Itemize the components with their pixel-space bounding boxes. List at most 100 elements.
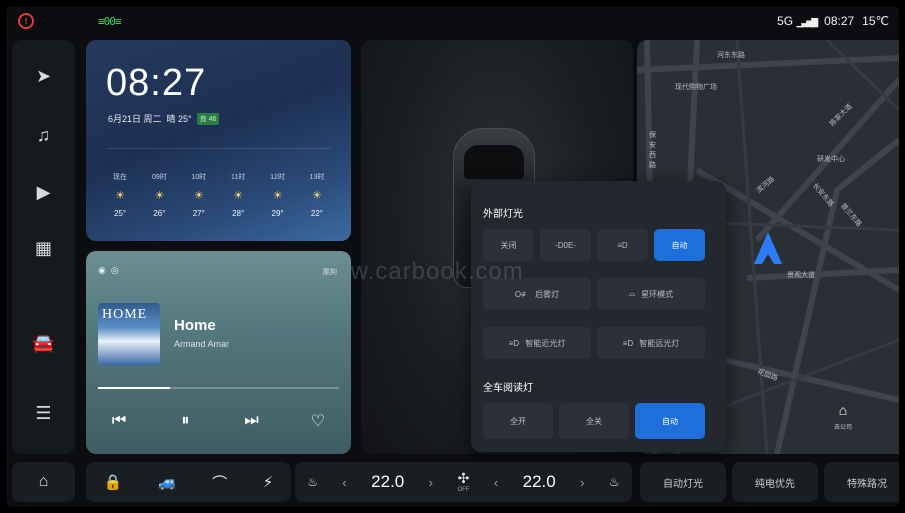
- aqi-badge: 良 46: [196, 112, 220, 125]
- navigation-arrow-icon: ➤: [35, 65, 52, 86]
- home-button[interactable]: ⌂: [12, 462, 75, 502]
- album-title: HOME: [102, 307, 148, 322]
- forecast-time: 现在: [113, 174, 127, 181]
- sun-icon: ☀: [312, 190, 322, 202]
- sidebar-item-video[interactable]: ▶: [12, 174, 75, 210]
- left-temperature: 22.0: [371, 472, 405, 491]
- briefcase-icon: ⌂: [838, 402, 848, 418]
- smart-high-beam-button[interactable]: ≡D 智能远光灯: [597, 327, 705, 359]
- sidebar-item-navigation[interactable]: ➤: [12, 58, 75, 94]
- passenger-seat-heat-icon[interactable]: ♨: [609, 475, 620, 489]
- status-time: 08:27: [824, 14, 855, 28]
- pause-button[interactable]: ⏸: [170, 412, 200, 430]
- map-street-label: 保安西路: [649, 132, 656, 169]
- like-heart-icon[interactable]: ♡: [303, 411, 333, 431]
- forecast-time: 13时: [309, 174, 325, 181]
- fan-state: OFF: [457, 487, 470, 493]
- fan-button[interactable]: ✣ OFF: [457, 471, 469, 493]
- sidebar-item-music[interactable]: ♫: [12, 117, 75, 153]
- go-to-office-label: 去公司: [833, 425, 852, 431]
- special-road-shortcut-label: 特殊路况: [847, 478, 887, 490]
- smart-low-beam-label: 智能近光灯: [525, 338, 566, 348]
- forecast-hour: 现在 ☀ 25°: [106, 172, 134, 218]
- forecast-temp: 28°: [232, 209, 245, 218]
- weather-condition: 晴 25°: [166, 114, 192, 124]
- song-title: Home: [174, 317, 216, 334]
- hourly-forecast: 现在 ☀ 25° 09时 ☀ 26° 10时 ☀ 27° 11时 ☀ 28° 12时 ☀ 29° 1…: [106, 172, 331, 218]
- signal-icon: ▁▃▅▇: [796, 17, 818, 27]
- forecast-hour: 09时 ☀ 26°: [145, 172, 173, 218]
- driver-seat-heat-icon[interactable]: ♨: [307, 475, 318, 489]
- reading-lights-title: 全车阅读灯: [483, 383, 533, 394]
- app-grid-icon: ▦: [34, 237, 52, 258]
- lock-icon[interactable]: 🔒: [104, 473, 123, 491]
- network-type: 5G ▁▃▅▇: [777, 14, 818, 28]
- sun-icon: ☀: [233, 190, 244, 202]
- low-beam-button[interactable]: ≡D: [597, 229, 648, 261]
- forecast-temp: 22°: [310, 209, 323, 218]
- forecast-hour: 12时 ☀ 29°: [264, 172, 292, 218]
- album-cover: HOME: [98, 303, 160, 365]
- music-player-card[interactable]: ◉ ◎ 酷狗 HOME Home Armand Amar ⏮ ⏸ ⏭ ♡: [86, 251, 351, 454]
- forecast-temp: 25°: [113, 209, 127, 218]
- auto-lights-button[interactable]: 自动: [654, 229, 705, 261]
- ev-priority-shortcut[interactable]: 纯电优先: [732, 462, 818, 502]
- climate-controls: ♨ ‹ 22.0 › ✣ OFF ‹ 22.0 › ♨: [295, 462, 632, 502]
- forecast-hour: 10时 ☀ 27°: [185, 172, 213, 218]
- auto-lights-shortcut[interactable]: 自动灯光: [640, 462, 726, 502]
- auto-lights-shortcut-label: 自动灯光: [663, 478, 703, 490]
- vehicle-icon[interactable]: 🚙: [158, 473, 177, 491]
- car-infotainment-screen: ! ≡00≡ 5G ▁▃▅▇ 08:27 15℃ ➤ ♫ ▶ ▦ 🚘 ☰ 08:…: [6, 6, 899, 507]
- wiper-icon[interactable]: ⌒: [212, 472, 227, 493]
- playback-progress[interactable]: [98, 387, 339, 389]
- clock-time: 08:27: [106, 62, 207, 104]
- right-temp-increase-button[interactable]: ›: [580, 475, 584, 490]
- rear-fog-light-label: 后雾灯: [535, 289, 560, 299]
- playback-controls: ⏮ ⏸ ⏭ ♡: [86, 411, 351, 431]
- lights-off-button[interactable]: 关闭: [483, 229, 534, 261]
- bottom-dock: ⌂ 🔒 🚙 ⌒ ⚡ ♨ ‹ 22.0 › ✣ OFF ‹ 22.0 › ♨ 自动灯…: [12, 462, 899, 502]
- forecast-time: 12时: [270, 174, 285, 181]
- left-temp-increase-button[interactable]: ›: [429, 475, 433, 490]
- special-road-shortcut[interactable]: 特殊路况: [824, 462, 899, 502]
- sun-icon: ☀: [154, 190, 165, 202]
- forecast-temp: 29°: [271, 209, 284, 218]
- sidebar-item-apps[interactable]: ▦: [12, 230, 75, 266]
- reading-lights-all-on-button[interactable]: 全开: [483, 403, 553, 439]
- sidebar: ➤ ♫ ▶ ▦ 🚘 ☰: [12, 40, 75, 454]
- current-location-arrow-icon: [754, 232, 782, 264]
- star-ring-mode-label: 星环模式: [641, 289, 674, 299]
- next-track-button[interactable]: ⏭: [237, 412, 267, 430]
- quick-controls: 🔒 🚙 ⌒ ⚡: [86, 462, 291, 502]
- weather-card[interactable]: 08:27 6月21日 周二 晴 25° 良 46 现在 ☀ 25° 09时 ☀ 26°…: [86, 40, 351, 241]
- exterior-light-mode-group: 关闭 -D0E- ≡D 自动: [483, 229, 705, 261]
- parking-lights-button[interactable]: -D0E-: [540, 229, 591, 261]
- music-source-label: 酷狗: [323, 269, 337, 276]
- go-to-office-button[interactable]: ⌂ 去公司: [827, 402, 859, 442]
- car-windshield: [464, 145, 524, 179]
- artist-name: Armand Amar: [174, 339, 230, 349]
- home-icon: ⌂: [38, 473, 49, 490]
- car-icon: 🚘: [32, 332, 55, 353]
- sun-icon: ☀: [193, 190, 204, 202]
- left-temp-decrease-button[interactable]: ‹: [342, 475, 346, 490]
- reading-lights-all-off-button[interactable]: 全关: [559, 403, 629, 439]
- exterior-lights-title: 外部灯光: [483, 209, 523, 220]
- sidebar-item-vehicle[interactable]: 🚘: [12, 325, 75, 361]
- sidebar-item-settings[interactable]: ☰: [12, 395, 75, 431]
- forecast-temp: 26°: [153, 209, 166, 218]
- outside-temperature: 15℃: [862, 14, 889, 28]
- bluetooth-icon: ◎: [110, 265, 119, 275]
- smart-low-beam-button[interactable]: ≡D 智能近光灯: [483, 327, 591, 359]
- sun-icon: ☀: [115, 190, 125, 202]
- high-beam-icon: ≡D: [622, 338, 634, 348]
- previous-track-button[interactable]: ⏮: [104, 412, 134, 430]
- right-temp-decrease-button[interactable]: ‹: [494, 475, 498, 490]
- star-ring-mode-button[interactable]: ⌓ 星环模式: [597, 278, 705, 310]
- reading-light-mode-group: 全开 全关 自动: [483, 403, 705, 439]
- charge-icon[interactable]: ⚡: [263, 473, 274, 491]
- forecast-time: 11时: [231, 174, 246, 181]
- reading-lights-auto-button[interactable]: 自动: [635, 403, 705, 439]
- rear-fog-light-button[interactable]: O≢ 后雾灯: [483, 278, 591, 310]
- map-street-label: 景观大道: [787, 272, 815, 279]
